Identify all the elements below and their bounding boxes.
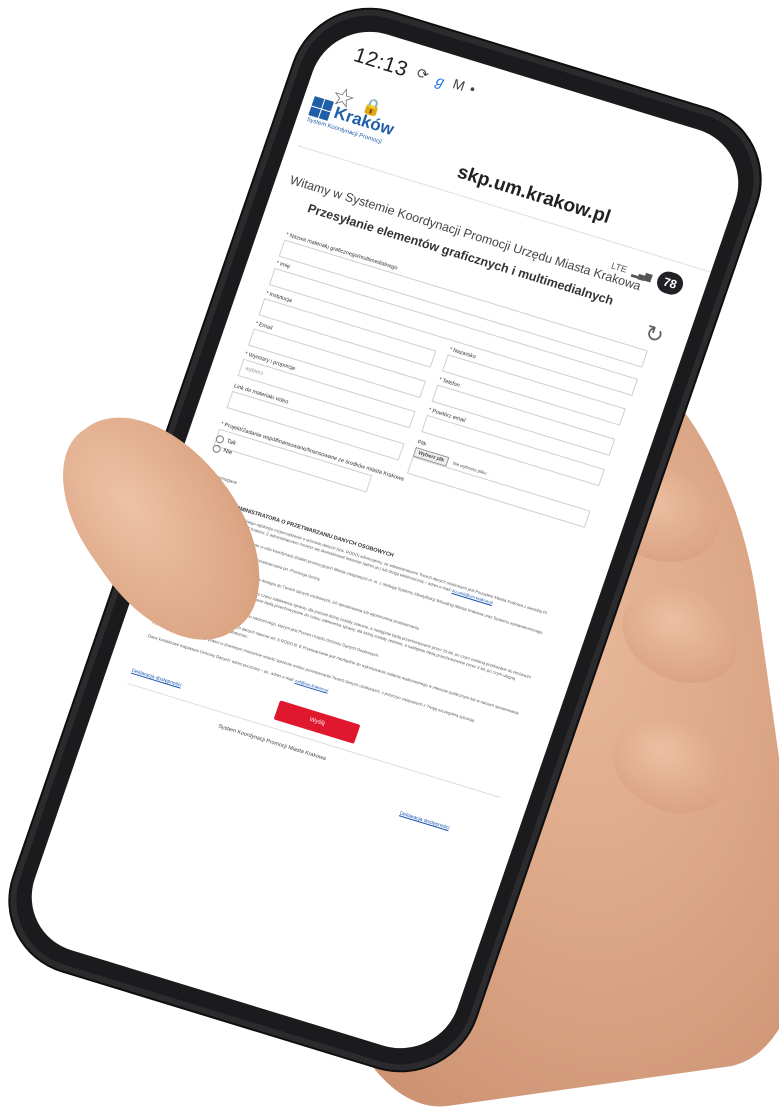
sync-icon: ⟳ bbox=[414, 64, 432, 83]
app-notification-icon: ℊ bbox=[430, 71, 450, 91]
dot-icon: • bbox=[467, 80, 478, 98]
accessibility-link-footer[interactable]: Deklaracja dostępności bbox=[399, 810, 450, 831]
submit-button[interactable]: Wyślij bbox=[273, 700, 361, 744]
file-label: Plik bbox=[416, 439, 428, 448]
iod-email-link[interactable]: iod@um.krakow.pl bbox=[295, 678, 329, 693]
status-time: 12:13 bbox=[350, 43, 411, 82]
battery-indicator: 78 bbox=[654, 268, 687, 298]
gmail-icon: M bbox=[450, 75, 468, 94]
notification-icons: ⟳ ℊ M • bbox=[413, 64, 478, 101]
